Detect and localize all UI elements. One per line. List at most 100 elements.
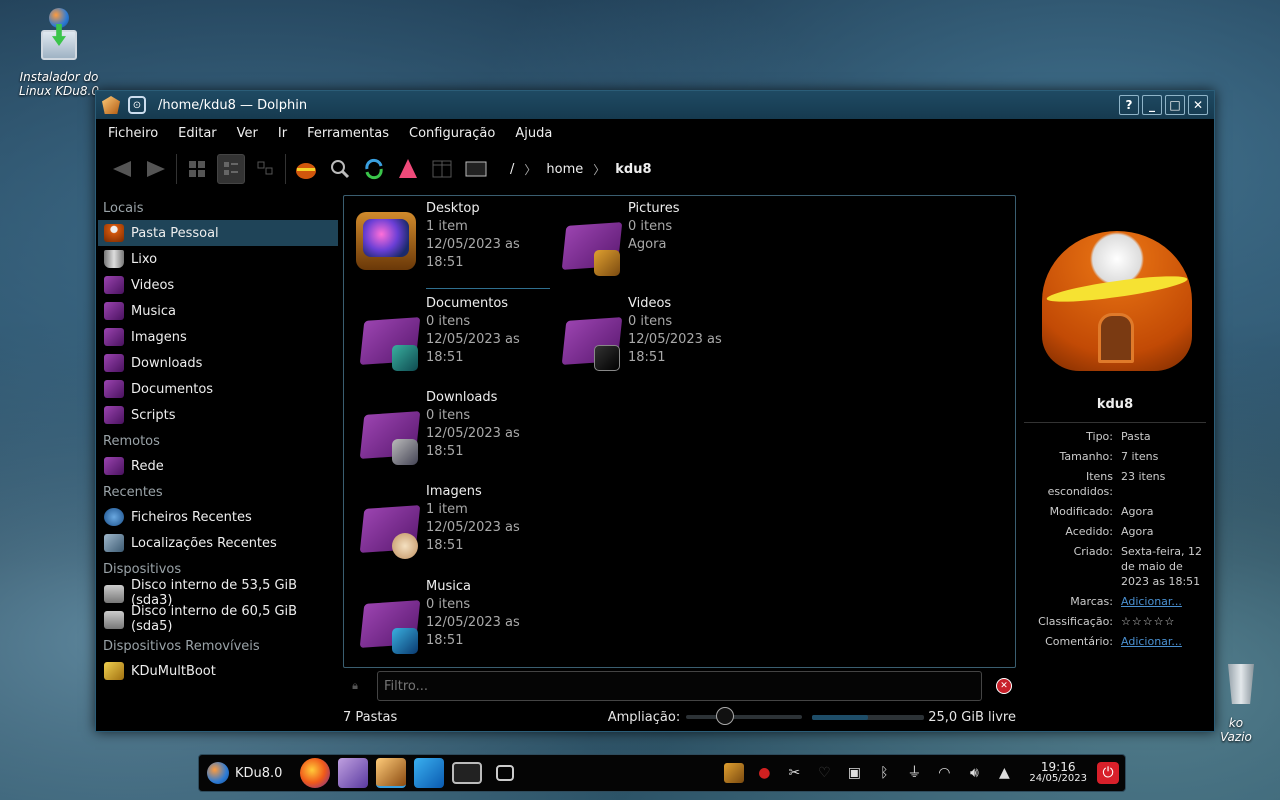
grid-icon [189,161,205,177]
tray-expand-icon[interactable]: ▲ [994,763,1014,783]
hard-drive-tray-icon[interactable]: ▣ [844,763,864,783]
breadcrumb-kdu8[interactable]: kdu8 [615,162,651,177]
firefox-icon[interactable] [300,758,331,788]
kangaroo-icon[interactable] [724,763,745,783]
sidebar-item-ficheiros-recentes[interactable]: Ficheiros Recentes [98,504,338,530]
usb-drive-icon [104,662,124,680]
chevron-right-icon: 〉 [524,162,537,177]
wifi-icon[interactable]: ◠ [934,763,954,783]
sidebar-item-label: Imagens [131,329,187,345]
file-view[interactable]: Desktop 1 item 12/05/2023 as 18:51 Picture… [343,195,1016,668]
add-comment-link[interactable]: Adicionar... [1121,634,1203,649]
breadcrumb-root[interactable]: / [510,162,514,177]
menu-ir[interactable]: Ir [278,126,287,141]
trash-icon [1216,660,1256,716]
file-item-desktop[interactable]: Desktop 1 item 12/05/2023 as 18:51 [348,198,550,289]
zoom-slider[interactable] [686,707,803,725]
sidebar-item-rede[interactable]: Rede [98,453,338,479]
volume-icon[interactable]: 🔊︎ [964,763,984,783]
sidebar-item-label: Localizações Recentes [131,535,277,551]
terminal-taskbar-icon[interactable] [452,762,483,784]
start-menu-button[interactable]: KDu8.0 [205,762,282,784]
dolphin-window: ⊙ /home/kdu8 — Dolphin ? _ □ ✕ Ficheiro … [95,90,1215,732]
file-date: 12/05/2023 as 18:51 [426,426,520,459]
help-button[interactable]: ? [1119,95,1139,115]
section-recentes: Recentes [103,485,163,500]
clock[interactable]: 19:16 24/05/2023 [1029,761,1087,785]
filter-input[interactable] [377,671,982,701]
add-tags-link[interactable]: Adicionar... [1121,594,1203,609]
menu-ver[interactable]: Ver [237,126,258,141]
rating-stars[interactable]: ☆☆☆☆☆ [1121,614,1203,629]
music-folder-icon [358,592,421,654]
sidebar-item-kdumultboot[interactable]: KDuMultBoot [98,658,338,684]
chevron-right-icon: 〉 [593,162,606,177]
back-button[interactable] [108,154,136,184]
breadcrumb: / 〉 home 〉 kdu8 [500,161,662,178]
forward-button[interactable] [142,154,170,184]
dolphin-app-icon[interactable] [102,96,120,114]
sidebar-item-disk-sda5[interactable]: Disco interno de 60,5 GiB (sda5) [98,604,338,634]
file-item-documentos[interactable]: Documentos 0 itens 12/05/2023 as 18:51 [348,293,548,383]
information-panel: kdu8 Tipo: Pasta Tamanho: 7 itens Itens es… [1024,195,1206,654]
files-app-icon[interactable] [338,758,369,788]
lock-icon[interactable]: 🔒︎ [347,679,363,693]
breadcrumb-home[interactable]: home [546,162,583,177]
pin-icon[interactable]: ⊙ [128,96,146,114]
terminal-button[interactable] [462,154,490,184]
terminal-icon [465,161,487,177]
zoom-label: Ampliação: [607,709,681,725]
compact-view-button[interactable] [217,154,245,184]
dolphin-taskbar-icon[interactable] [376,758,407,788]
close-button[interactable]: ✕ [1188,95,1208,115]
title-bar[interactable]: ⊙ /home/kdu8 — Dolphin ? _ □ ✕ [96,91,1214,119]
icons-view-button[interactable] [183,154,211,184]
window-taskbar-icon[interactable] [496,765,515,781]
menu-ficheiro[interactable]: Ficheiro [108,126,158,141]
sidebar-item-imagens[interactable]: Imagens [98,324,338,350]
home-dome-icon [296,163,316,179]
sidebar-item-localizacoes-recentes[interactable]: Localizações Recentes [98,530,338,556]
sidebar-item-documentos[interactable]: Documentos [98,376,338,402]
menu-configuracao[interactable]: Configuração [409,126,495,141]
network-folder-icon [104,457,124,475]
filter-bar: 🔒︎ ✕ [343,671,1016,701]
file-name: Videos [628,296,672,311]
desktop-installer-icon[interactable]: Instalador do Linux KDu8.0 [14,8,104,98]
sidebar-item-downloads[interactable]: Downloads [98,350,338,376]
split-view-button[interactable] [428,154,456,184]
menu-ajuda[interactable]: Ajuda [515,126,552,141]
menu-ferramentas[interactable]: Ferramentas [307,126,389,141]
zoom-slider-handle[interactable] [715,707,734,725]
sidebar-item-pasta-pessoal[interactable]: Pasta Pessoal [98,220,338,246]
maximize-button[interactable]: □ [1165,95,1185,115]
sidebar-item-musica[interactable]: Musica [98,298,338,324]
details-view-button[interactable] [251,154,279,184]
reload-button[interactable] [360,154,388,184]
sidebar-item-label: Rede [131,458,164,474]
info-row-criado: Criado: Sexta-feira, 12 de maio de 2023 a… [1073,545,1203,588]
file-item-musica[interactable]: Musica 0 itens 12/05/2023 as 18:51 [348,576,548,666]
power-icon[interactable]: ⏻ [1097,762,1119,784]
triangle-button[interactable] [394,154,422,184]
sidebar-item-label: Downloads [131,355,203,371]
search-button[interactable] [326,154,354,184]
minimize-button[interactable]: _ [1142,95,1162,115]
scissors-icon[interactable]: ✂ [784,763,804,783]
sidebar-item-lixo[interactable]: Lixo [98,246,338,272]
sidebar-item-scripts[interactable]: Scripts [98,402,338,428]
file-item-videos[interactable]: Videos 0 itens 12/05/2023 as 18:51 [550,293,750,383]
store-icon[interactable] [414,758,445,788]
file-item-imagens[interactable]: Imagens 1 item 12/05/2023 as 18:51 [348,481,548,571]
file-item-downloads[interactable]: Downloads 0 itens 12/05/2023 as 18:51 [348,387,548,477]
videos-folder-icon [104,276,124,294]
usb-icon[interactable]: ⏚ [904,763,924,783]
security-icon[interactable]: ♡ [814,763,834,783]
file-item-pictures[interactable]: Pictures 0 itens Agora [550,198,750,288]
record-icon[interactable]: ● [754,763,774,783]
bluetooth-icon[interactable]: ᛒ [874,763,894,783]
sidebar-item-videos[interactable]: Videos [98,272,338,298]
clear-filter-icon[interactable]: ✕ [996,678,1012,694]
menu-editar[interactable]: Editar [178,126,217,141]
home-button[interactable] [292,154,320,184]
